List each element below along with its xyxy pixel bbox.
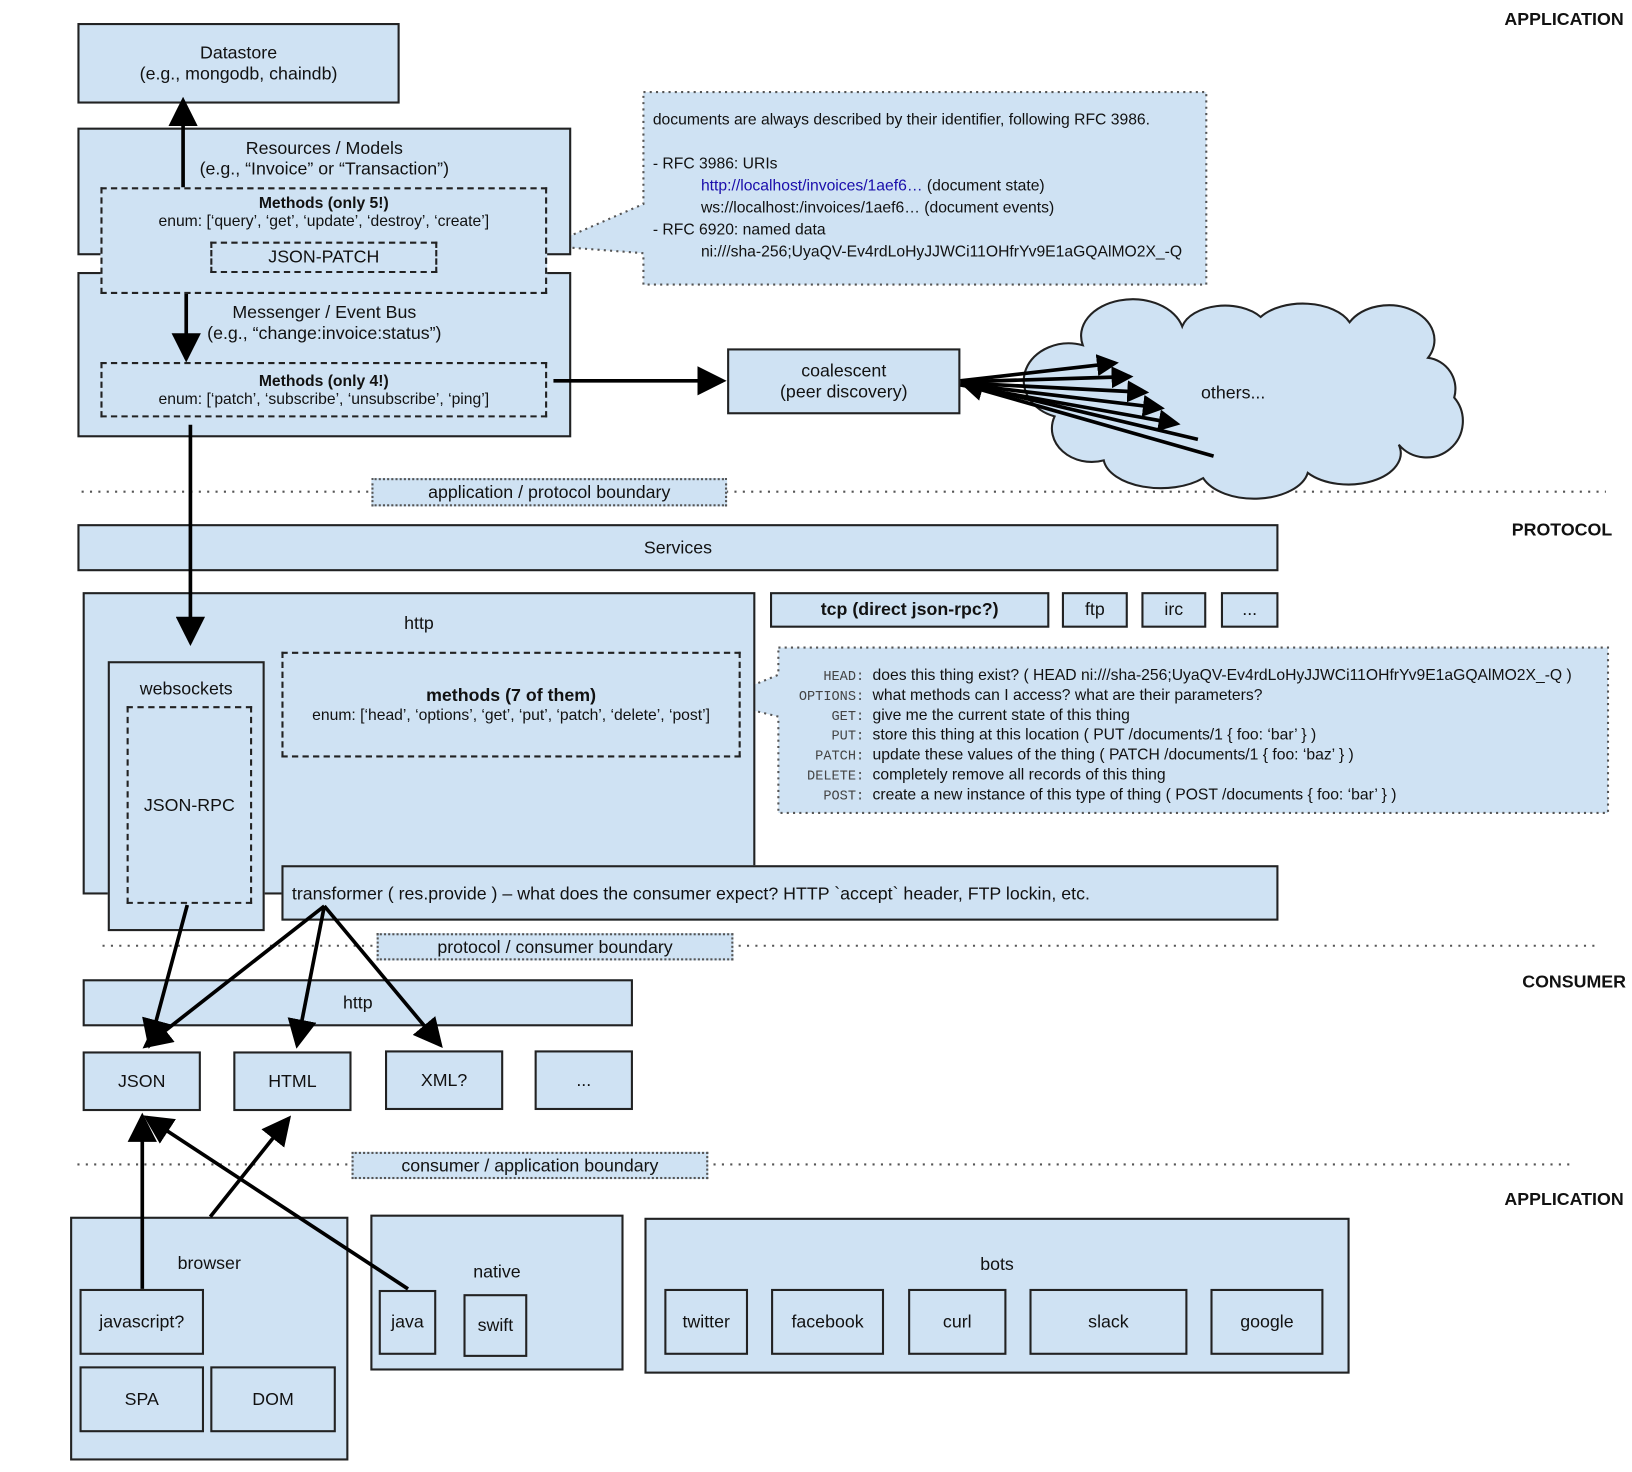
slack-label: slack xyxy=(1088,1311,1129,1332)
method-desc: give me the current state of this thing xyxy=(872,706,1130,724)
json-patch-box: JSON-PATCH xyxy=(210,241,438,274)
method-desc: store this thing at this location ( PUT … xyxy=(872,726,1317,744)
rfc-note: documents are always described by their … xyxy=(653,109,1182,263)
tcp-label: tcp (direct json-rpc?) xyxy=(820,599,999,620)
facebook-box: facebook xyxy=(771,1288,885,1355)
format-json-box: JSON xyxy=(82,1051,201,1112)
tcp-box: tcp (direct json-rpc?) xyxy=(770,592,1050,628)
irc-box: irc xyxy=(1141,592,1207,628)
datastore-box: Datastore (e.g., mongodb, chaindb) xyxy=(77,23,400,104)
browser-label: browser xyxy=(177,1253,241,1274)
google-label: google xyxy=(1240,1311,1294,1332)
method-desc: create a new instance of this type of th… xyxy=(872,785,1397,804)
spa-label: SPA xyxy=(124,1388,159,1409)
coalescent-box: coalescent (peer discovery) xyxy=(727,348,961,415)
javascript-label: javascript? xyxy=(99,1311,185,1332)
javascript-box: javascript? xyxy=(79,1288,205,1355)
architecture-diagram: APPLICATION PROTOCOL CONSUMER APPLICATIO… xyxy=(0,0,1632,1472)
more-protocols-label: ... xyxy=(1242,599,1258,620)
ni-uri: ni:///sha-256;UyaQV-Ev4rdLoHyJJWCi11OHfr… xyxy=(700,242,1183,261)
twitter-label: twitter xyxy=(682,1311,730,1332)
format-more-box: ... xyxy=(534,1050,633,1111)
resource-methods-title: Methods (only 5!) xyxy=(258,194,389,213)
google-box: google xyxy=(1210,1288,1324,1355)
method-desc: does this thing exist? ( HEAD ni:///sha-… xyxy=(872,666,1572,685)
datastore-title: Datastore xyxy=(199,42,278,63)
dom-label: DOM xyxy=(252,1388,294,1409)
dom-box: DOM xyxy=(210,1366,336,1433)
messenger-title: Messenger / Event Bus xyxy=(232,302,417,323)
layer-label-application: APPLICATION xyxy=(1504,9,1624,30)
datastore-subtitle: (e.g., mongodb, chaindb) xyxy=(139,63,338,84)
json-rpc-box: JSON-RPC xyxy=(126,706,253,904)
swift-box: swift xyxy=(463,1294,528,1357)
facebook-label: facebook xyxy=(791,1311,864,1332)
method-desc: completely remove all records of this th… xyxy=(872,765,1166,784)
ws-uri: ws://localhost:/invoices/1aef6… (documen… xyxy=(700,198,1055,217)
resources-subtitle: (e.g., “Invoice” or “Transaction”) xyxy=(199,159,450,179)
http-uri-link[interactable]: http://localhost/invoices/1aef6… xyxy=(701,177,923,195)
app-protocol-boundary-label: application / protocol boundary xyxy=(371,478,728,507)
java-box: java xyxy=(378,1289,437,1355)
format-json-label: JSON xyxy=(118,1070,166,1091)
format-html-label: HTML xyxy=(268,1070,317,1091)
format-html-box: HTML xyxy=(233,1051,352,1112)
ftp-label: ftp xyxy=(1084,599,1105,620)
consumer-app-boundary-label: consumer / application boundary xyxy=(351,1151,709,1180)
format-more-label: ... xyxy=(576,1069,592,1090)
services-box: Services xyxy=(77,524,1279,572)
resources-title: Resources / Models xyxy=(245,138,403,158)
ftp-box: ftp xyxy=(1061,592,1128,628)
services-label: Services xyxy=(643,537,713,558)
json-patch-label: JSON-PATCH xyxy=(268,246,380,267)
rfc-intro: documents are always described by their … xyxy=(652,110,1151,129)
http-protocol-label: http xyxy=(404,613,434,633)
rfc-6920: - RFC 6920: named data xyxy=(652,220,826,239)
bots-label: bots xyxy=(980,1254,1014,1275)
messenger-subtitle: (e.g., “change:invoice:status”) xyxy=(207,323,442,344)
rfc-3986: - RFC 3986: URIs xyxy=(652,154,778,173)
twitter-box: twitter xyxy=(664,1288,749,1355)
cloud-label: others... xyxy=(1201,382,1266,403)
http-methods-note: HEAD: does this thing exist? ( HEAD ni://… xyxy=(787,664,1572,806)
consumer-http-label: http xyxy=(342,992,373,1013)
format-xml-box: XML? xyxy=(385,1050,504,1111)
protocol-consumer-boundary-label: protocol / consumer boundary xyxy=(376,933,734,961)
method-desc: update these values of the thing ( PATCH… xyxy=(872,745,1354,764)
consumer-http-box: http xyxy=(82,979,633,1027)
http-uri-desc: (document state) xyxy=(922,176,1045,195)
spa-box: SPA xyxy=(79,1366,205,1433)
messenger-methods-enum: enum: [‘patch’, ‘subscribe’, ‘unsubscrib… xyxy=(158,390,490,409)
swift-label: swift xyxy=(477,1315,514,1335)
curl-label: curl xyxy=(942,1311,972,1332)
native-label: native xyxy=(473,1261,521,1282)
layer-label-protocol: PROTOCOL xyxy=(1511,519,1613,540)
format-xml-label: XML? xyxy=(420,1069,468,1090)
method-name: POST: xyxy=(823,787,865,804)
resource-methods-enum: enum: [‘query’, ‘get’, ‘update’, ‘destro… xyxy=(158,212,490,231)
messenger-methods-box: Methods (only 4!) enum: [‘patch’, ‘subsc… xyxy=(100,361,548,418)
websockets-label: websockets xyxy=(139,678,233,699)
note-row-post: POST: create a new instance of this type … xyxy=(787,784,1572,807)
coalescent-title: coalescent xyxy=(801,360,887,381)
resource-methods-box: Methods (only 5!) enum: [‘query’, ‘get’,… xyxy=(100,187,548,294)
transformer-box: transformer ( res.provide ) – what does … xyxy=(281,865,1279,921)
slack-box: slack xyxy=(1029,1288,1188,1355)
http-methods-enum: enum: [‘head’, ‘options’, ‘get’, ‘put’, … xyxy=(312,706,710,724)
coalescent-subtitle: (peer discovery) xyxy=(780,381,908,402)
method-desc: what methods can I access? what are thei… xyxy=(872,686,1263,705)
java-label: java xyxy=(391,1311,424,1332)
layer-label-application-bottom: APPLICATION xyxy=(1504,1189,1624,1210)
transformer-label: transformer ( res.provide ) – what does … xyxy=(291,884,1090,904)
http-methods-box: methods (7 of them) enum: [‘head’, ‘opti… xyxy=(281,651,741,758)
more-protocols-box: ... xyxy=(1220,592,1279,628)
json-rpc-label: JSON-RPC xyxy=(143,794,235,815)
http-methods-title: methods (7 of them) xyxy=(426,685,597,706)
messenger-methods-title: Methods (only 4!) xyxy=(258,372,389,391)
curl-box: curl xyxy=(908,1288,1007,1355)
irc-label: irc xyxy=(1164,599,1184,620)
layer-label-consumer: CONSUMER xyxy=(1522,971,1626,992)
